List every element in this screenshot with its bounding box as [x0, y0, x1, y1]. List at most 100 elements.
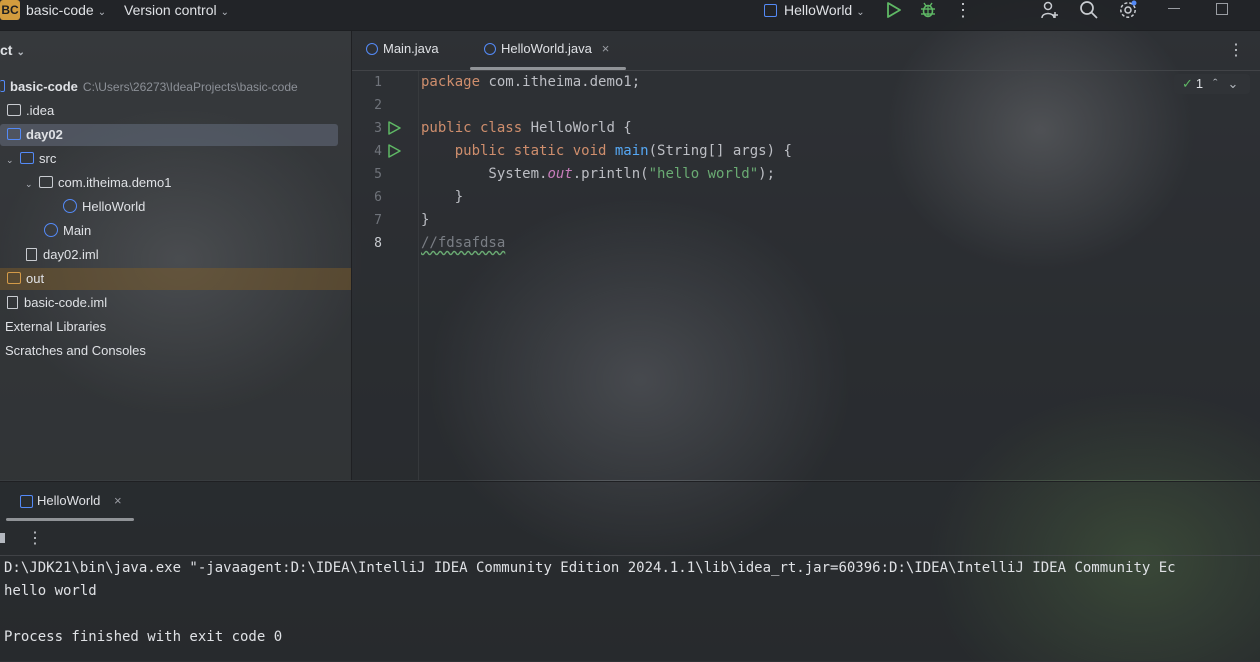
code-line-7[interactable]: }	[421, 212, 429, 228]
search-icon	[1080, 1, 1098, 19]
package-icon	[39, 176, 53, 188]
chevron-down-icon: ⌄	[856, 7, 865, 18]
project-panel-title[interactable]: ct ⌄	[0, 42, 25, 58]
console-line: hello world	[4, 583, 97, 599]
module-folder-icon	[0, 80, 5, 92]
string-literal: "hello world"	[648, 166, 759, 182]
tree-item-day02-iml[interactable]: day02.iml	[26, 244, 99, 266]
keyword: public static void	[454, 143, 607, 159]
maximize-button[interactable]	[1216, 3, 1228, 15]
module-folder-icon	[7, 128, 21, 140]
keyword: public class	[421, 120, 523, 136]
run-main-gutter-icon[interactable]	[388, 144, 401, 161]
class-icon	[366, 43, 378, 55]
code-line-5[interactable]: System.out.println("hello world");	[421, 166, 775, 182]
run-tab[interactable]: HelloWorld	[37, 493, 100, 508]
more-actions-icon[interactable]: ⋮	[1228, 40, 1244, 60]
static-field: out	[547, 166, 573, 182]
method-name: main	[614, 143, 649, 159]
tree-item-basic-code[interactable]: basic-code C:\Users\26273\IdeaProjects\ba…	[0, 76, 298, 98]
tree-item-label: .idea	[26, 103, 55, 118]
tree-item-label: External Libraries	[5, 319, 107, 334]
excluded-row-highlight	[0, 268, 351, 290]
project-switcher[interactable]: basic-code ⌄	[26, 2, 106, 18]
tree-item-label: HelloWorld	[82, 199, 146, 214]
code-text: System.	[421, 166, 548, 182]
run-config-label: HelloWorld	[784, 2, 853, 18]
run-icon	[887, 2, 901, 18]
class-icon	[484, 43, 496, 55]
settings-button[interactable]	[1118, 0, 1138, 23]
code-line-4[interactable]: public static void main(String[] args) {	[421, 143, 792, 159]
code-line-1[interactable]: package com.itheima.demo1;	[421, 74, 640, 90]
code-text: (String[] args) {	[648, 143, 792, 159]
tree-item-label: src	[39, 151, 57, 166]
tree-item-label: day02	[26, 127, 63, 142]
project-badge[interactable]: BC	[0, 0, 20, 20]
tree-item-label: com.itheima.demo1	[58, 175, 172, 190]
chevron-down-icon: ⌄	[16, 47, 25, 58]
debug-button[interactable]	[919, 1, 937, 22]
chevron-down-icon[interactable]: ⌄	[1227, 76, 1238, 91]
tab-label: Main.java	[383, 41, 439, 56]
tree-item-src[interactable]: ⌄ src	[6, 148, 56, 170]
tree-item-scratches[interactable]: Scratches and Consoles	[5, 340, 146, 362]
tree-item-out[interactable]: out	[7, 268, 44, 290]
chevron-down-icon: ⌄	[220, 7, 229, 18]
search-everywhere-button[interactable]	[1079, 0, 1099, 23]
line-number: 4	[374, 144, 382, 159]
close-icon[interactable]: ×	[114, 493, 122, 508]
bug-icon	[921, 2, 935, 18]
console-line: Process finished with exit code 0	[4, 629, 283, 645]
comment: //fdsafdsa	[421, 235, 506, 251]
tree-item-main[interactable]: Main	[44, 220, 91, 242]
tab-main-java[interactable]: Main.java	[366, 41, 439, 56]
tree-item-package[interactable]: ⌄ com.itheima.demo1	[25, 172, 171, 194]
code-line-3[interactable]: public class HelloWorld {	[421, 120, 632, 136]
code-line-8[interactable]: //fdsafdsa	[421, 235, 505, 251]
run-class-gutter-icon[interactable]	[388, 121, 401, 138]
gear-icon	[1120, 0, 1137, 18]
code-text: com.itheima.demo1;	[480, 74, 641, 90]
tree-item-label: basic-code	[10, 79, 78, 94]
more-actions-icon[interactable]: ⋮	[954, 0, 972, 21]
run-button[interactable]	[886, 1, 902, 22]
tree-item-day02[interactable]: day02	[7, 124, 63, 146]
project-panel-title-text: ct	[0, 42, 13, 58]
add-user-icon	[1041, 1, 1058, 19]
tab-helloworld-java[interactable]: HelloWorld.java ×	[484, 41, 609, 56]
tree-item-helloworld[interactable]: HelloWorld	[63, 196, 145, 218]
line-number: 5	[374, 167, 382, 182]
inspection-widget[interactable]: ✓ 1 ˆ ⌄	[1174, 74, 1250, 94]
version-control-menu[interactable]: Version control ⌄	[124, 2, 229, 18]
code-with-me-button[interactable]	[1040, 0, 1060, 23]
tree-item-idea[interactable]: .idea	[7, 100, 54, 122]
close-icon[interactable]: ×	[602, 41, 610, 56]
tab-label: HelloWorld.java	[501, 41, 592, 56]
line-number: 6	[374, 190, 382, 205]
expand-arrow-icon[interactable]: ⌄	[25, 173, 39, 195]
chevron-up-icon[interactable]: ˆ	[1213, 76, 1217, 91]
keyword: package	[421, 74, 481, 90]
expand-arrow-icon[interactable]: ⌄	[6, 149, 20, 171]
stop-icon[interactable]	[0, 533, 5, 543]
active-tab-indicator	[470, 67, 626, 70]
code-text: );	[758, 166, 776, 182]
tree-item-external-libraries[interactable]: External Libraries	[5, 316, 106, 338]
tree-item-basic-code-iml[interactable]: basic-code.iml	[7, 292, 107, 314]
more-actions-icon[interactable]: ⋮	[27, 528, 43, 548]
run-icon	[388, 121, 401, 135]
line-number: 2	[374, 98, 382, 113]
run-config-selector[interactable]: HelloWorld ⌄	[784, 2, 865, 18]
check-icon: ✓	[1182, 76, 1193, 91]
editor-area[interactable]	[352, 31, 1260, 480]
run-config-icon	[20, 495, 33, 508]
tree-item-label: day02.iml	[43, 247, 99, 262]
inspection-count: 1	[1195, 76, 1204, 91]
code-line-6[interactable]: }	[421, 189, 463, 205]
excluded-folder-icon	[7, 272, 21, 284]
minimize-button[interactable]	[1168, 8, 1180, 9]
class-icon	[63, 199, 77, 213]
tree-item-label: out	[26, 271, 45, 286]
iml-file-icon	[7, 296, 18, 309]
